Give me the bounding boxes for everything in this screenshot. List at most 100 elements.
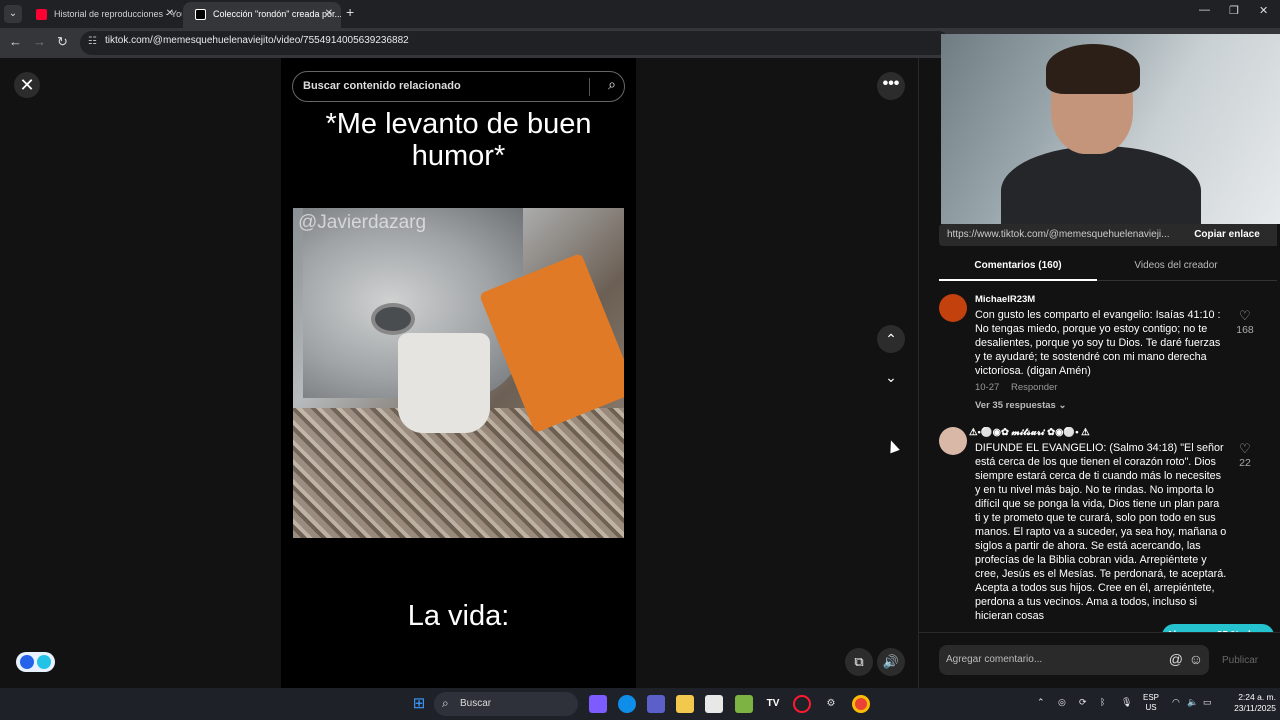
video-player[interactable]: Buscar contenido relacionado ⌕ *Me levan…: [281, 58, 636, 688]
comment-bar: Agregar comentario... @ ☺ Publicar: [919, 632, 1280, 688]
bluetooth-icon[interactable]: ᛒ: [1100, 697, 1105, 707]
taskbar-search[interactable]: ⌕ Buscar: [434, 692, 578, 716]
drain-image: [371, 303, 415, 335]
volume-icon[interactable]: 🔈: [1187, 697, 1198, 708]
address-bar[interactable]: ☷ tiktok.com/@memesquehuelenaviejito/vid…: [80, 31, 950, 55]
forward-icon[interactable]: →: [33, 34, 46, 49]
picture-in-picture-icon[interactable]: ⧉: [845, 648, 873, 676]
site-info-icon[interactable]: ☷: [88, 36, 100, 48]
search-icon: ⌕: [442, 696, 449, 710]
keyboard-language[interactable]: ESP US: [1143, 693, 1159, 713]
previous-video-icon[interactable]: ⌃: [877, 325, 905, 353]
comment-input[interactable]: Agregar comentario... @ ☺: [939, 645, 1209, 675]
browser-tab-strip: ⌄ Historial de reproducciones - YouTube …: [0, 0, 1280, 28]
windows-start-icon[interactable]: ⊞: [410, 695, 428, 713]
tiktok-video-page: ✕ Buscar contenido relacionado ⌕ *Me lev…: [0, 34, 1280, 688]
copy-link-button[interactable]: Copiar enlace: [1177, 224, 1277, 246]
windows-taskbar: ⊞ ⌕ Buscar TV ⚙ ⌃ ◎ ⟳ ᛒ 🎙 ESP US ◠ 🔈 ▭ 2:…: [0, 688, 1280, 720]
sync-icon[interactable]: ⟳: [1079, 697, 1087, 708]
taskbar-search-label: Buscar: [460, 698, 492, 709]
comment-text: DIFUNDE EL EVANGELIO: (Salmo 34:18) "El …: [975, 442, 1227, 622]
active-tab-indicator: [939, 279, 1097, 281]
mouse-cursor-icon: [886, 438, 900, 454]
mug-image: [398, 333, 490, 433]
tiktok-favicon-icon: [195, 9, 206, 20]
back-icon[interactable]: ←: [9, 34, 22, 49]
comment-placeholder: Agregar comentario...: [946, 654, 1043, 665]
tab-creator-videos[interactable]: Videos del creador: [1097, 260, 1255, 271]
store-icon[interactable]: [705, 695, 723, 713]
new-tab-button[interactable]: +: [346, 4, 354, 20]
share-url[interactable]: https://www.tiktok.com/@memesquehuelenav…: [947, 229, 1169, 240]
battery-icon[interactable]: ▭: [1203, 697, 1212, 708]
opera-icon[interactable]: [793, 695, 811, 713]
tab-search-menu-button[interactable]: ⌄: [4, 5, 22, 23]
file-explorer-icon[interactable]: [676, 695, 694, 713]
avatar[interactable]: [939, 294, 967, 322]
video-caption-bottom: La vida:: [407, 600, 510, 632]
wifi-icon[interactable]: ◠: [1172, 697, 1180, 708]
panel-tabs: Comentarios (160) Videos del creador: [939, 256, 1277, 281]
show-hidden-icons-icon[interactable]: ⌃: [1037, 697, 1045, 708]
video-watermark: @Javierdazarg: [298, 212, 427, 233]
chrome-icon[interactable]: [852, 695, 870, 713]
reply-button[interactable]: Responder: [1011, 382, 1057, 393]
reload-icon[interactable]: ↻: [57, 34, 68, 50]
search-placeholder: Buscar contenido relacionado: [303, 80, 461, 92]
tradingview-icon[interactable]: TV: [764, 695, 782, 713]
tab-tiktok-collection[interactable]: Colección "rondón" creada por... ✕: [183, 2, 341, 28]
share-link-bar: https://www.tiktok.com/@memesquehuelenav…: [939, 224, 1277, 246]
heart-icon[interactable]: ♡: [1239, 441, 1251, 457]
emoji-icon[interactable]: ☺: [1189, 651, 1203, 667]
microphone-icon[interactable]: 🎙: [1121, 697, 1132, 708]
sound-icon[interactable]: 🔊: [877, 648, 905, 676]
comment-date: 10-27: [975, 382, 1000, 393]
close-tab-icon[interactable]: ✕: [166, 2, 174, 26]
video-caption-top: *Me levanto de buen humor*: [325, 108, 592, 172]
restore-icon[interactable]: ❐: [1229, 4, 1239, 17]
webcam-person-shirt: [1001, 146, 1201, 224]
comment-text: Con gusto les comparto el evangelio: Isa…: [975, 309, 1221, 377]
tray-app-icon[interactable]: ◎: [1058, 697, 1066, 708]
extension-power-icon[interactable]: [37, 655, 51, 669]
close-window-icon[interactable]: ✕: [1259, 4, 1268, 17]
publish-button[interactable]: Publicar: [1222, 655, 1258, 666]
close-tab-icon[interactable]: ✕: [325, 2, 333, 26]
language-code: ESP: [1143, 693, 1160, 702]
comment-item: ⚠•⚪◉✿ 𝓶𝓲𝓽𝓼𝓾𝓻𝓲 ✿◉⚪• ⚠ DIFUNDE EL EVANGELI…: [939, 427, 1259, 632]
comments-panel: https://www.tiktok.com/@memesquehuelenav…: [918, 34, 1280, 688]
steam-icon[interactable]: ⚙: [822, 695, 840, 713]
teams-icon[interactable]: [647, 695, 665, 713]
clock-time: 2:24 a. m.: [1238, 692, 1276, 702]
system-clock[interactable]: 2:24 a. m. 23/11/2025: [1226, 692, 1276, 714]
clock-date: 23/11/2025: [1234, 703, 1276, 713]
tab-youtube-history[interactable]: Historial de reproducciones - YouTube ✕: [24, 2, 182, 28]
webcam-person-hair: [1046, 44, 1140, 94]
copilot-icon[interactable]: [589, 695, 607, 713]
video-frame: @Javierdazarg: [293, 208, 624, 538]
edge-icon[interactable]: [618, 695, 636, 713]
comment-username[interactable]: ⚠•⚪◉✿ 𝓶𝓲𝓽𝓼𝓾𝓻𝓲 ✿◉⚪• ⚠: [969, 427, 1090, 438]
search-divider: [589, 78, 590, 96]
region-code: US: [1145, 703, 1157, 712]
comment-username[interactable]: MichaelR23M: [975, 294, 1035, 305]
tab-comments[interactable]: Comentarios (160): [939, 260, 1097, 271]
close-video-button[interactable]: ✕: [14, 72, 40, 98]
youtube-favicon-icon: [36, 9, 47, 20]
related-search-input[interactable]: Buscar contenido relacionado ⌕: [292, 71, 625, 102]
tab-label: Colección "rondón" creada por...: [213, 9, 341, 19]
extension-widget[interactable]: [16, 652, 55, 672]
search-icon[interactable]: ⌕: [608, 76, 616, 93]
minimize-icon[interactable]: —: [1199, 4, 1210, 16]
tab-label: Historial de reproducciones - YouTube: [54, 9, 182, 19]
more-options-icon[interactable]: •••: [877, 72, 905, 100]
comment-item: MichaelR23M Con gusto les comparto el ev…: [939, 294, 1259, 414]
extension-play-icon[interactable]: [20, 655, 34, 669]
mention-icon[interactable]: @: [1169, 651, 1183, 667]
app-icon[interactable]: [735, 695, 753, 713]
avatar[interactable]: [939, 427, 967, 455]
view-replies-button[interactable]: Ver 35 respuestas ⌄: [975, 400, 1066, 411]
next-video-icon[interactable]: ⌄: [877, 363, 905, 391]
url-text: tiktok.com/@memesquehuelenaviejito/video…: [105, 35, 409, 46]
heart-icon[interactable]: ♡: [1239, 308, 1251, 324]
